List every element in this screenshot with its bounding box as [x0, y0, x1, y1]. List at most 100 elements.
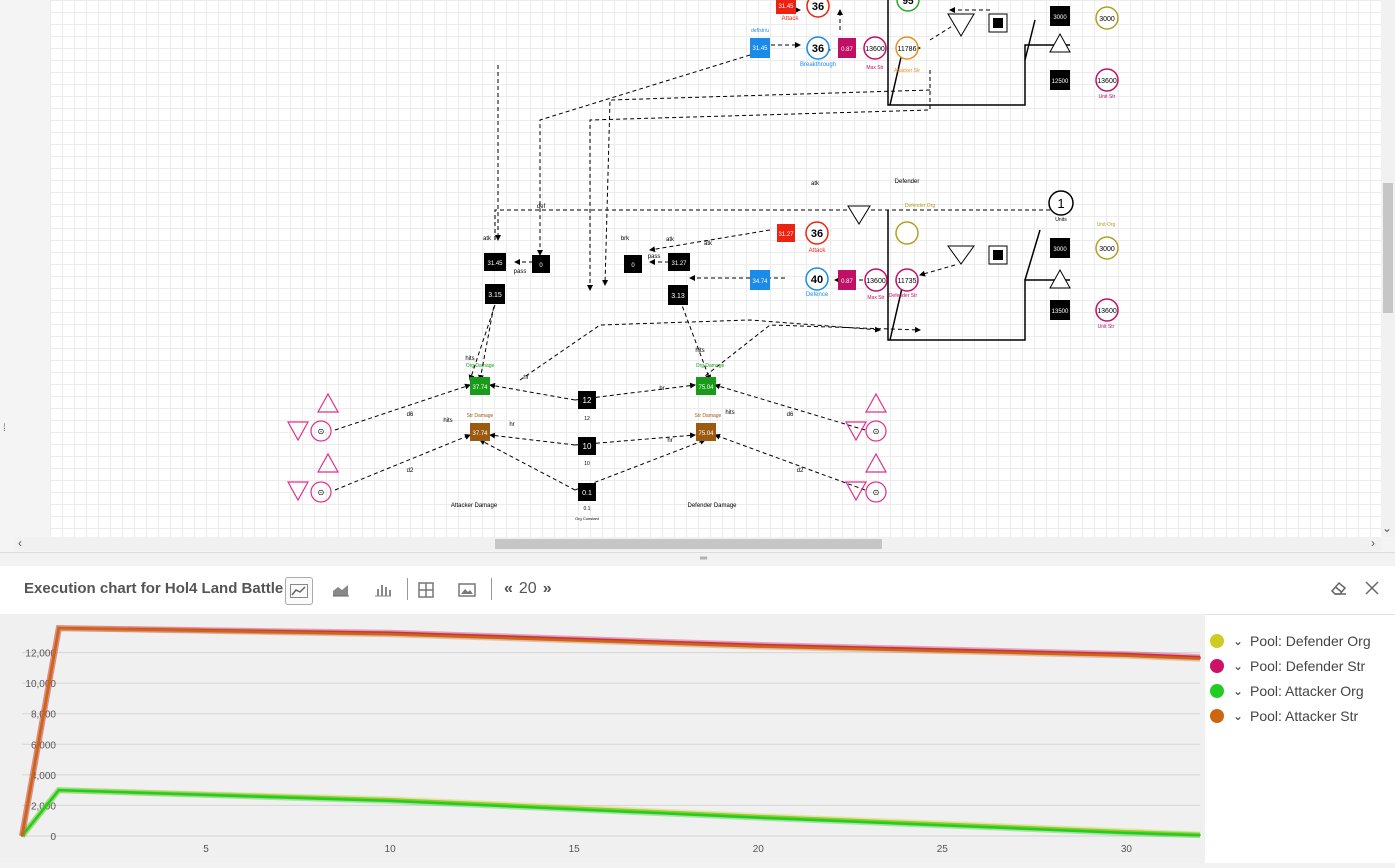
- svg-text:75.04: 75.04: [698, 431, 714, 437]
- stock-flow-diagram[interactable]: 31.45 Attack 36 95 31.45 def/str/u 36 Br…: [50, 0, 1381, 537]
- scroll-left-icon[interactable]: ‹: [18, 536, 22, 550]
- vertical-scroll-thumb[interactable]: [1383, 183, 1393, 313]
- area-chart-button[interactable]: [328, 577, 354, 603]
- svg-text:Max Str: Max Str: [867, 295, 885, 301]
- svg-text:0.1: 0.1: [584, 506, 591, 512]
- svg-text:11735: 11735: [898, 278, 917, 285]
- chevron-down-icon[interactable]: ⌄: [1232, 709, 1244, 723]
- splitter-grip-icon[interactable]: ═: [700, 553, 707, 564]
- svg-text:37.74: 37.74: [472, 431, 488, 437]
- line-chart-button[interactable]: [285, 577, 313, 605]
- svg-text:Defender Damage: Defender Damage: [687, 503, 737, 509]
- svg-text:⊙: ⊙: [873, 427, 880, 436]
- svg-text:hits: hits: [725, 410, 734, 416]
- svg-text:31.45: 31.45: [778, 4, 794, 10]
- svg-text:pass: pass: [648, 254, 661, 260]
- step-pager: « 20 »: [504, 580, 552, 598]
- legend-item[interactable]: ⌄ Pool: Attacker Str: [1210, 703, 1371, 728]
- data-point: [58, 789, 60, 791]
- svg-text:atk: atk: [811, 181, 820, 187]
- series-band: [19, 625, 1201, 837]
- legend-color-swatch: [1210, 683, 1224, 698]
- svg-text:Defence: Defence: [806, 292, 829, 298]
- top-section: 31.45 Attack 36 95 31.45 def/str/u 36 Br…: [750, 0, 1119, 187]
- svg-text:Org Constant: Org Constant: [575, 516, 600, 521]
- svg-text:Attack: Attack: [809, 248, 827, 254]
- x-tick-label: 15: [569, 844, 581, 855]
- svg-text:brk: brk: [621, 236, 630, 242]
- svg-text:Str Damage: Str Damage: [695, 413, 722, 419]
- svg-text:pass: pass: [514, 269, 527, 275]
- x-tick-label: 20: [753, 844, 765, 855]
- execution-chart[interactable]: 0 2,000 4,000 6,000 8,000 10,000 12,000 5 10 15 20…: [0, 614, 1205, 863]
- svg-text:Defender: Defender: [895, 179, 920, 185]
- y-tick-label: 0: [50, 832, 56, 843]
- svg-text:0.1: 0.1: [582, 490, 592, 497]
- svg-text:Units: Units: [1055, 217, 1067, 223]
- data-point: [1125, 654, 1128, 657]
- panel-splitter[interactable]: ═: [0, 552, 1395, 567]
- data-point: [21, 835, 23, 837]
- svg-text:Unit Org: Unit Org: [1097, 222, 1116, 228]
- vertical-scrollbar[interactable]: ⌄: [1381, 0, 1395, 537]
- svg-text:hr: hr: [659, 386, 664, 392]
- svg-text:36: 36: [811, 228, 823, 240]
- data-point: [1199, 834, 1201, 837]
- data-point: [757, 816, 760, 819]
- svg-text:13600: 13600: [1097, 308, 1117, 315]
- data-point: [58, 627, 60, 629]
- x-tick-label: 10: [385, 844, 397, 855]
- eraser-icon[interactable]: [1330, 580, 1348, 601]
- chart-legend: ⌄ Pool: Defender Org ⌄ Pool: Defender Str ⌄ P…: [1210, 628, 1371, 728]
- legend-item[interactable]: ⌄ Pool: Defender Str: [1210, 653, 1371, 678]
- legend-label: Pool: Defender Org: [1250, 632, 1371, 649]
- legend-color-swatch: [1210, 633, 1224, 648]
- svg-text:3000: 3000: [1099, 16, 1115, 23]
- svg-text:atk: atk: [666, 237, 675, 243]
- bottom-section: 1 Units 31.27 36 Attack Defender Org 34.…: [750, 190, 1119, 330]
- svg-text:0.87: 0.87: [841, 47, 853, 53]
- side-panel-handle-icon[interactable]: ⁞: [3, 423, 6, 434]
- legend-item[interactable]: ⌄ Pool: Attacker Org: [1210, 678, 1371, 703]
- chevron-down-icon[interactable]: ⌄: [1232, 634, 1244, 648]
- model-canvas[interactable]: 31.45 Attack 36 95 31.45 def/str/u 36 Br…: [0, 0, 1395, 552]
- line-chart-icon: [290, 584, 308, 598]
- scroll-right-icon[interactable]: ›: [1371, 536, 1375, 550]
- chevron-down-icon[interactable]: ⌄: [1232, 659, 1244, 673]
- svg-text:75.04: 75.04: [698, 385, 714, 391]
- svg-text:Unit Str: Unit Str: [1098, 324, 1115, 330]
- scroll-down-icon[interactable]: ⌄: [1382, 521, 1392, 535]
- svg-text:hits: hits: [695, 348, 704, 354]
- table-view-button[interactable]: [413, 577, 439, 603]
- svg-text:34.74: 34.74: [752, 279, 768, 285]
- bar-chart-button[interactable]: [370, 577, 396, 603]
- svg-text:13600: 13600: [866, 278, 886, 285]
- legend-item[interactable]: ⌄ Pool: Defender Org: [1210, 628, 1371, 653]
- close-icon[interactable]: [1364, 580, 1380, 601]
- series-line: [20, 626, 1201, 837]
- chevron-down-icon[interactable]: ⌄: [1232, 684, 1244, 698]
- svg-text:1: 1: [1057, 196, 1064, 211]
- svg-text:Org Damage: Org Damage: [696, 363, 725, 369]
- image-export-button[interactable]: [454, 577, 480, 603]
- horizontal-scrollbar[interactable]: ‹ ›: [14, 536, 1381, 551]
- next-step-icon[interactable]: »: [543, 580, 552, 598]
- svg-text:13500: 13500: [1052, 309, 1069, 315]
- x-tick-label: 30: [1121, 844, 1133, 855]
- svg-text:hr: hr: [523, 375, 528, 381]
- legend-color-swatch: [1210, 708, 1224, 723]
- svg-text:Breakthrough: Breakthrough: [800, 62, 836, 68]
- area-chart-icon: [333, 585, 349, 597]
- svg-text:d6: d6: [407, 412, 414, 418]
- svg-text:Unit Str: Unit Str: [1099, 94, 1116, 100]
- line-chart[interactable]: 02,0004,0006,0008,00010,00012,0005 10 15 20…: [0, 614, 1205, 863]
- svg-text:atk: atk: [483, 236, 492, 242]
- panel-title: Execution chart for Hol4 Land Battle: [24, 580, 284, 597]
- previous-step-icon[interactable]: «: [504, 580, 513, 598]
- svg-text:hits: hits: [465, 356, 474, 362]
- svg-text:31.45: 31.45: [487, 261, 503, 267]
- svg-text:0.87: 0.87: [841, 279, 853, 285]
- svg-text:hits: hits: [443, 418, 452, 424]
- svg-text:Defender Org: Defender Org: [905, 203, 936, 209]
- horizontal-scroll-thumb[interactable]: [495, 539, 882, 549]
